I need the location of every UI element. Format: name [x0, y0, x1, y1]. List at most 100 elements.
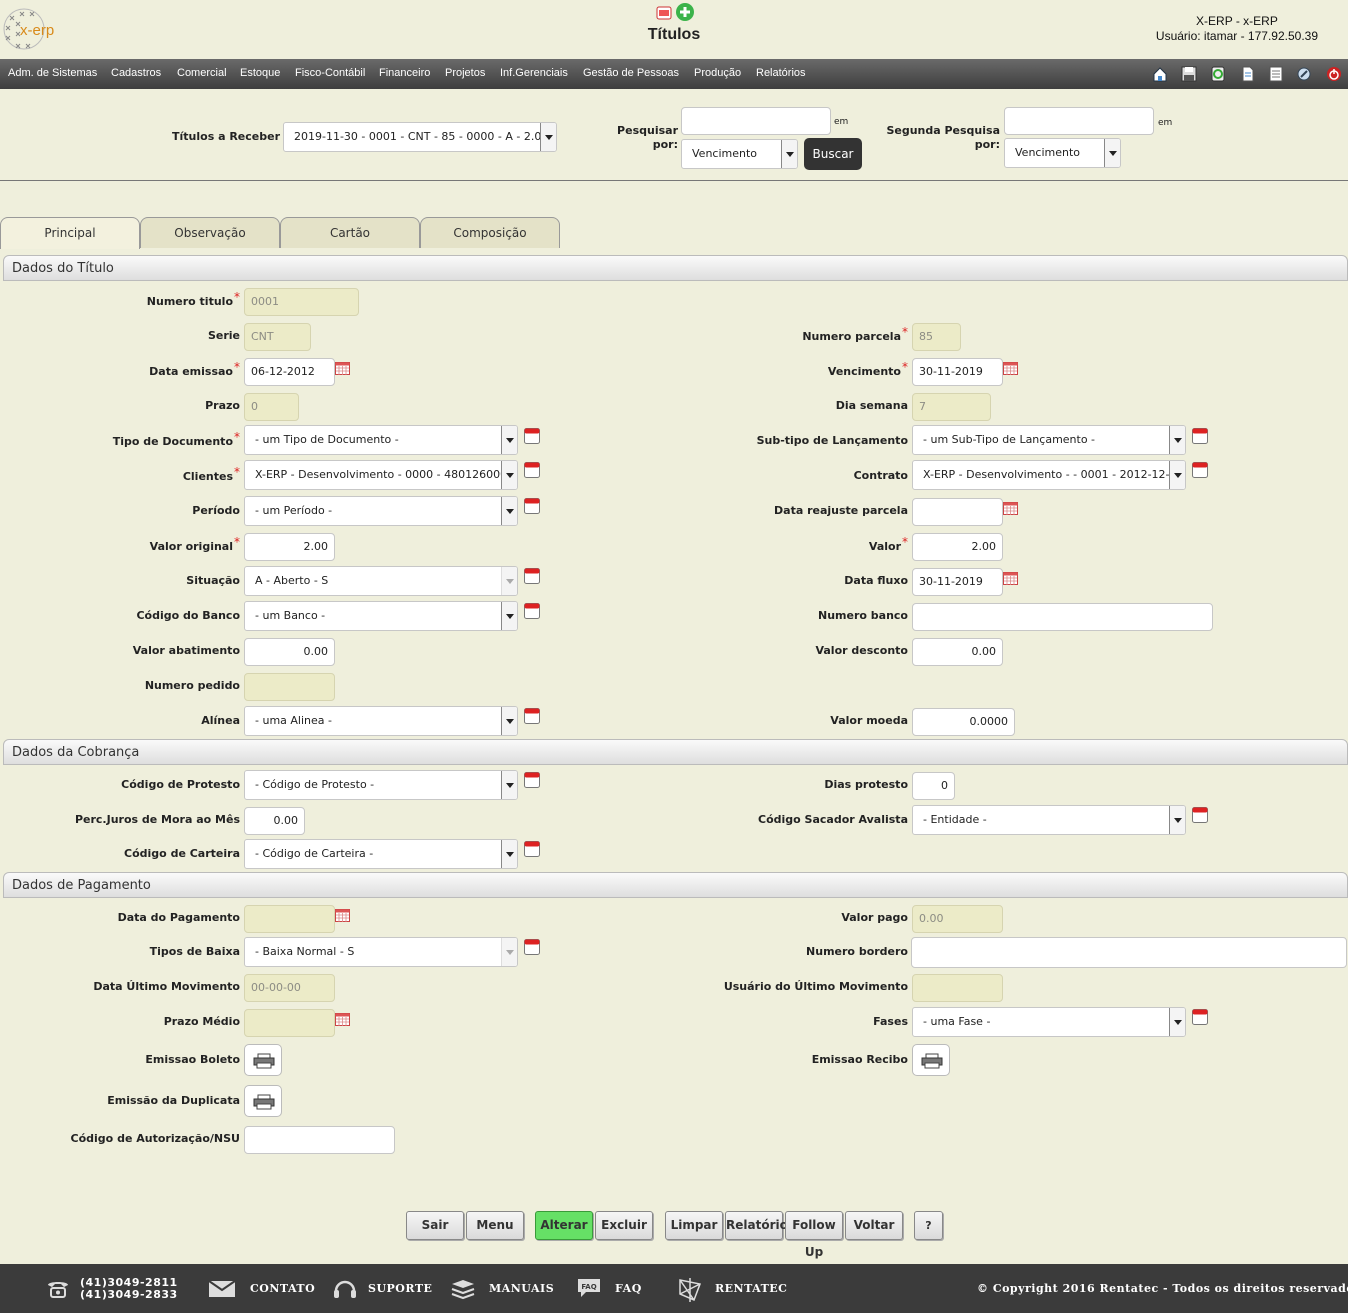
emissao-duplicata-button[interactable] [244, 1085, 282, 1117]
tipos-baixa-select[interactable]: - Baixa Normal - S [244, 937, 518, 967]
dias-protesto-field[interactable]: 0 [912, 772, 955, 800]
menu-fisco-contabil[interactable]: Fisco-Contábil [295, 67, 365, 79]
alterar-button[interactable]: Alterar [535, 1211, 593, 1240]
data-fluxo-field[interactable]: 30-11-2019 [912, 568, 1003, 596]
calendar-icon[interactable] [1003, 572, 1018, 585]
menu-inf-gerenciais[interactable]: Inf.Gerenciais [500, 67, 568, 79]
clientes-select[interactable]: X-ERP - Desenvolvimento - 0000 - 4801260… [244, 460, 518, 490]
second-search-field-select[interactable]: Vencimento [1004, 138, 1121, 168]
usuario-ultimo-movimento-field[interactable] [912, 974, 1003, 1002]
power-icon[interactable] [1326, 66, 1342, 82]
menu-producao[interactable]: Produção [694, 67, 741, 79]
numero-titulo-field[interactable]: 0001 [244, 288, 359, 316]
emissao-recibo-button[interactable] [912, 1044, 950, 1076]
follow-up-button[interactable]: Follow Up [785, 1211, 843, 1259]
valor-desconto-field[interactable]: 0.00 [912, 638, 1003, 666]
second-search-input[interactable] [1004, 107, 1154, 135]
contrato-select[interactable]: X-ERP - Desenvolvimento - - 0001 - 2012-… [912, 460, 1186, 490]
mail-icon[interactable] [208, 1280, 236, 1301]
menu-comercial[interactable]: Comercial [177, 67, 227, 79]
numero-bordero-field[interactable] [911, 937, 1347, 968]
help-button[interactable]: ? [914, 1211, 943, 1240]
calendar-icon[interactable] [335, 1013, 350, 1026]
menu-cadastros[interactable]: Cadastros [111, 67, 161, 79]
calendar-icon[interactable] [335, 909, 350, 922]
rentatec-link[interactable]: RENTATEC [715, 1282, 787, 1295]
valor-moeda-field[interactable]: 0.0000 [912, 708, 1015, 736]
menu-button[interactable]: Menu [466, 1211, 524, 1240]
new-record-icon[interactable] [1192, 428, 1208, 444]
voltar-button[interactable]: Voltar [845, 1211, 903, 1240]
new-record-icon[interactable] [524, 498, 540, 514]
new-record-icon[interactable] [524, 428, 540, 444]
serie-field[interactable]: CNT [244, 323, 311, 351]
valor-pago-field[interactable]: 0.00 [912, 905, 1003, 933]
data-pagamento-field[interactable] [244, 905, 335, 933]
codigo-autorizacao-field[interactable] [244, 1126, 395, 1154]
new-record-icon[interactable] [524, 841, 540, 857]
menu-gestao-pessoas[interactable]: Gestão de Pessoas [583, 67, 679, 79]
menu-estoque[interactable]: Estoque [240, 67, 280, 79]
tipo-documento-select[interactable]: - um Tipo de Documento - [244, 425, 518, 455]
relatorio-button[interactable]: Relatório [725, 1211, 788, 1240]
numero-banco-field[interactable] [912, 603, 1213, 631]
dia-semana-field[interactable]: 7 [912, 393, 991, 421]
list-icon[interactable] [1268, 66, 1284, 82]
new-record-icon[interactable] [524, 939, 540, 955]
valor-original-field[interactable]: 2.00 [244, 533, 335, 561]
limpar-button[interactable]: Limpar [665, 1211, 723, 1240]
codigo-protesto-select[interactable]: - Código de Protesto - [244, 770, 518, 800]
document-icon[interactable] [1240, 66, 1256, 82]
suporte-link[interactable]: SUPORTE [368, 1282, 432, 1295]
data-reajuste-field[interactable] [912, 498, 1003, 526]
menu-adm-sistemas[interactable]: Adm. de Sistemas [8, 67, 97, 79]
new-record-icon[interactable] [524, 772, 540, 788]
calendar-icon[interactable] [1003, 362, 1018, 375]
menu-relatorios[interactable]: Relatórios [756, 67, 806, 79]
calendar-icon[interactable] [1003, 502, 1018, 515]
faq-icon[interactable]: FAQ [576, 1277, 606, 1304]
tab-cartao[interactable]: Cartão [280, 217, 420, 248]
headset-icon[interactable] [332, 1278, 358, 1303]
new-record-icon[interactable] [1192, 1009, 1208, 1025]
numero-pedido-field[interactable] [244, 673, 335, 701]
situacao-select[interactable]: A - Aberto - S [244, 566, 518, 596]
data-ultimo-movimento-field[interactable]: 00-00-00 [244, 974, 335, 1002]
home-icon[interactable] [1152, 66, 1168, 82]
vencimento-field[interactable]: 30-11-2019 [912, 358, 1003, 386]
periodo-select[interactable]: - um Período - [244, 496, 518, 526]
recycle-icon[interactable] [1210, 66, 1226, 82]
alinea-select[interactable]: - uma Alinea - [244, 706, 518, 736]
buscar-button[interactable]: Buscar [804, 138, 862, 170]
search-input[interactable] [681, 107, 831, 135]
codigo-carteira-select[interactable]: - Código de Carteira - [244, 839, 518, 869]
sacador-avalista-select[interactable]: - Entidade - [912, 805, 1186, 835]
tools-icon[interactable] [1296, 66, 1312, 82]
prazo-medio-field[interactable] [244, 1009, 335, 1037]
titulos-select[interactable]: 2019-11-30 - 0001 - CNT - 85 - 0000 - A … [283, 122, 557, 152]
contato-link[interactable]: CONTATO [250, 1282, 315, 1295]
tab-observacao[interactable]: Observação [140, 217, 280, 248]
valor-abatimento-field[interactable]: 0.00 [244, 638, 335, 666]
new-record-icon[interactable] [524, 708, 540, 724]
menu-financeiro[interactable]: Financeiro [379, 67, 430, 79]
excluir-button[interactable]: Excluir [595, 1211, 653, 1240]
numero-parcela-field[interactable]: 85 [912, 323, 961, 351]
sair-button[interactable]: Sair [406, 1211, 464, 1240]
emissao-boleto-button[interactable] [244, 1044, 282, 1076]
prazo-field[interactable]: 0 [244, 393, 299, 421]
tab-composicao[interactable]: Composição [420, 217, 560, 248]
data-emissao-field[interactable]: 06-12-2012 [244, 358, 335, 386]
rentatec-icon[interactable] [676, 1276, 704, 1305]
sub-tipo-select[interactable]: - um Sub-Tipo de Lançamento - [912, 425, 1186, 455]
new-record-icon[interactable] [524, 603, 540, 619]
codigo-banco-select[interactable]: - um Banco - [244, 601, 518, 631]
new-record-icon[interactable] [1192, 462, 1208, 478]
perc-juros-field[interactable]: 0.00 [244, 807, 305, 835]
valor-field[interactable]: 2.00 [912, 533, 1003, 561]
tab-principal[interactable]: Principal [0, 217, 140, 249]
search-field-select[interactable]: Vencimento [681, 139, 798, 169]
calendar-icon[interactable] [335, 362, 350, 375]
save-icon[interactable] [1181, 66, 1197, 82]
fases-select[interactable]: - uma Fase - [912, 1007, 1186, 1037]
